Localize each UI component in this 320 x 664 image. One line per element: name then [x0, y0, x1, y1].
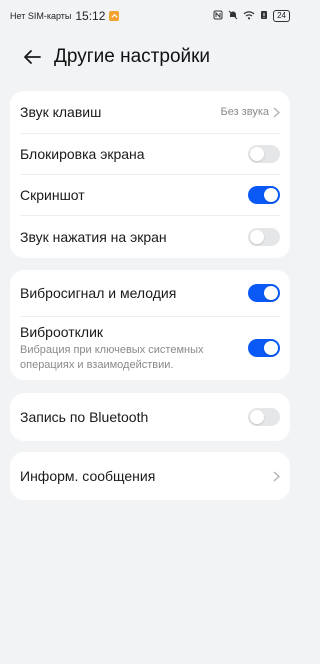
- sound-settings-card: Звук клавиш Без звука Блокировка экрана …: [10, 91, 290, 258]
- vibro-melody-toggle[interactable]: [248, 284, 280, 302]
- haptic-label: Виброотклик: [20, 323, 104, 340]
- screenshot-toggle[interactable]: [248, 185, 280, 204]
- messages-card: Информ. сообщения: [10, 452, 290, 500]
- header: Другие настройки: [0, 40, 300, 74]
- vibration-settings-card: Вибросигнал и мелодия Виброотклик Вибрац…: [10, 270, 290, 380]
- haptic-row: Виброотклик Вибрация при ключевых систем…: [10, 316, 290, 380]
- page-title: Другие настройки: [54, 46, 211, 67]
- carrier-text: Нет SIM-карты: [10, 11, 72, 21]
- screenshot-label: Скриншот: [20, 186, 85, 203]
- key-sound-value-text: Без звука: [220, 106, 269, 118]
- bluetooth-settings-card: Запись по Bluetooth: [10, 393, 290, 441]
- status-time: 15:12: [75, 9, 106, 23]
- back-arrow-icon: [24, 50, 41, 64]
- wifi-icon: [243, 10, 255, 22]
- nfc-icon: [213, 10, 223, 22]
- back-button[interactable]: [12, 40, 52, 74]
- chevron-right-icon: [273, 107, 280, 117]
- vibro-melody-label: Вибросигнал и мелодия: [20, 285, 177, 301]
- info-messages-row[interactable]: Информ. сообщения: [10, 452, 290, 500]
- screen-lock-label: Блокировка экрана: [20, 145, 145, 162]
- haptic-description: Вибрация при ключевых системных операция…: [20, 343, 204, 371]
- bluetooth-record-toggle[interactable]: [248, 408, 280, 426]
- notification-icon: [109, 11, 120, 21]
- mute-icon: [228, 10, 238, 22]
- status-bar: Нет SIM-карты 15:12 24: [0, 0, 300, 32]
- key-sound-value: Без звука: [220, 106, 280, 118]
- vibro-melody-row: Вибросигнал и мелодия: [10, 270, 290, 316]
- info-messages-label: Информ. сообщения: [20, 468, 156, 484]
- key-sound-row[interactable]: Звук клавиш Без звука: [10, 91, 290, 133]
- battery-saver-icon: [260, 10, 268, 22]
- chevron-right-icon: [273, 471, 280, 482]
- bluetooth-record-label: Запись по Bluetooth: [20, 409, 149, 425]
- screen-lock-row: Блокировка экрана: [10, 133, 290, 174]
- touch-sound-row: Звук нажатия на экран: [10, 215, 290, 258]
- touch-sound-label: Звук нажатия на экран: [20, 228, 167, 245]
- bluetooth-record-row: Запись по Bluetooth: [10, 393, 290, 441]
- haptic-toggle[interactable]: [248, 339, 280, 357]
- battery-indicator: 24: [273, 10, 290, 22]
- key-sound-label: Звук клавиш: [20, 104, 102, 120]
- touch-sound-toggle[interactable]: [248, 227, 280, 246]
- screen-lock-toggle[interactable]: [248, 144, 280, 163]
- screenshot-row: Скриншот: [10, 174, 290, 215]
